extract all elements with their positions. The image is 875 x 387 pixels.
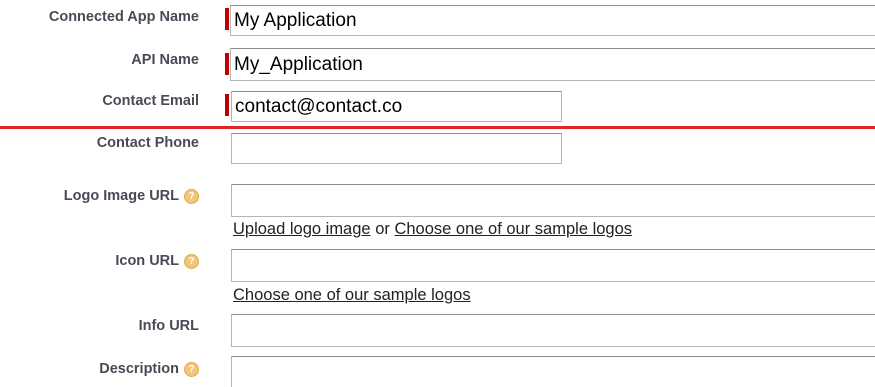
logo-links: Upload logo image or Choose one of our s… [233, 220, 632, 238]
contact-email-input[interactable] [231, 91, 562, 122]
api-name-input[interactable] [230, 48, 875, 81]
contact-email-label: Contact Email [102, 93, 199, 109]
choose-sample-logos-link[interactable]: Choose one of our sample logos [233, 286, 471, 304]
icon-links: Choose one of our sample logos [233, 286, 471, 304]
icon-url-label: Icon URL [115, 252, 199, 270]
help-icon[interactable] [184, 253, 199, 269]
contact-phone-input[interactable] [231, 133, 562, 164]
help-icon[interactable] [184, 188, 199, 204]
required-indicator [225, 53, 229, 75]
description-label: Description [99, 360, 199, 378]
connected-app-form: { "form": { "connected_app_name": { "lab… [0, 0, 875, 387]
description-textarea[interactable] [231, 356, 875, 387]
logo-image-url-label: Logo Image URL [64, 187, 199, 205]
contact-phone-label: Contact Phone [96, 135, 199, 151]
section-divider [0, 126, 875, 129]
or-text: or [375, 220, 390, 238]
required-indicator [225, 94, 229, 116]
choose-sample-logos-link[interactable]: Choose one of our sample logos [394, 220, 632, 238]
icon-url-input[interactable] [231, 249, 875, 282]
required-indicator [225, 8, 229, 30]
api-name-label: API Name [131, 52, 199, 68]
info-url-input[interactable] [231, 314, 875, 347]
connected-app-name-label: Connected App Name [48, 9, 199, 25]
upload-logo-image-link[interactable]: Upload logo image [233, 220, 371, 238]
logo-image-url-input[interactable] [231, 184, 875, 217]
connected-app-name-input[interactable] [230, 5, 875, 36]
help-icon[interactable] [184, 361, 199, 377]
info-url-label: Info URL [138, 318, 199, 334]
